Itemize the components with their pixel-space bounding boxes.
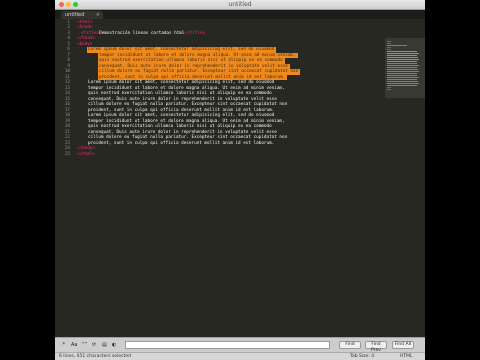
find-button[interactable]: Find [339,341,361,349]
editor-window: untitled untitled × 1 2 3 4 5 6 7 8 9 10 11 12 13 14 1… [55,0,425,360]
letterbox-left [0,0,55,360]
minimap-line [387,79,417,80]
code-line: </html> [77,151,96,157]
bottom-panel: .* Aa “” ⟳ ▤ ◐ Find Find Prev Find All 6… [55,337,425,360]
minimap-line [387,77,419,78]
minimap-line [387,73,418,74]
minimap-line [387,75,418,76]
video-frame: untitled untitled × 1 2 3 4 5 6 7 8 9 10 11 12 13 14 1… [0,0,480,360]
minimap-line [387,85,418,86]
minimap-line [387,43,391,44]
line-number: 25 [64,151,70,157]
editor-area[interactable]: 1 2 3 4 5 6 7 8 9 10 11 12 13 14 15 16 17 18 19 20 21 22 23 24 2… [55,19,425,337]
tab-size-menu[interactable]: Tab Size: 4 [350,354,374,360]
whole-word-icon[interactable]: “” [82,341,87,349]
close-tab-icon[interactable]: × [96,11,100,19]
code-line: proident, sunt in culpa qui officia dese… [88,140,275,146]
find-bar: .* Aa “” ⟳ ▤ ◐ Find Find Prev Find All [55,338,425,353]
minimap-line [387,65,419,66]
window-title: untitled [228,1,252,8]
selection-status: 6 lines, 451 characters selected [59,354,131,359]
minimap-line [387,47,391,48]
minimap-line [387,55,417,56]
minimap-line [387,81,418,82]
wrap-icon[interactable]: ⟳ [92,341,96,349]
minimap-line [387,89,391,90]
minimap-line [387,63,418,64]
letterbox-right [425,0,480,360]
minimap-line [387,51,418,52]
regex-toggle[interactable]: .* [61,341,65,349]
minimap-line [387,59,420,60]
in-selection-icon[interactable]: ▤ [102,341,107,349]
tab-untitled[interactable]: untitled × [61,11,103,19]
case-toggle[interactable]: Aa [71,341,77,349]
highlight-icon[interactable]: ◐ [112,341,116,349]
title-bar: untitled [55,0,425,10]
minimap-line [387,57,418,58]
tab-label: untitled [65,12,85,18]
minimap-line [387,45,408,46]
code-line: <title>Demostración líneas cortadas html… [81,30,206,36]
minimap-line [387,83,420,84]
minimap-line [387,69,418,70]
minimap-line [387,71,420,72]
find-all-button[interactable]: Find All [392,341,414,349]
syntax-menu[interactable]: HTML [400,354,413,360]
minimap-line [387,53,419,54]
tab-bar: untitled × [55,10,425,19]
minimap-line [387,61,418,62]
find-prev-button[interactable]: Find Prev [365,341,387,353]
line-number-gutter: 1 2 3 4 5 6 7 8 9 10 11 12 13 14 15 16 17 18 19 20 21 22 23 24 2… [55,19,73,337]
find-input[interactable] [125,341,330,349]
minimap-line [387,41,391,42]
minimap-line [387,87,391,88]
minimap[interactable] [385,38,425,98]
minimap-line [387,67,417,68]
minimap-line [387,49,391,50]
